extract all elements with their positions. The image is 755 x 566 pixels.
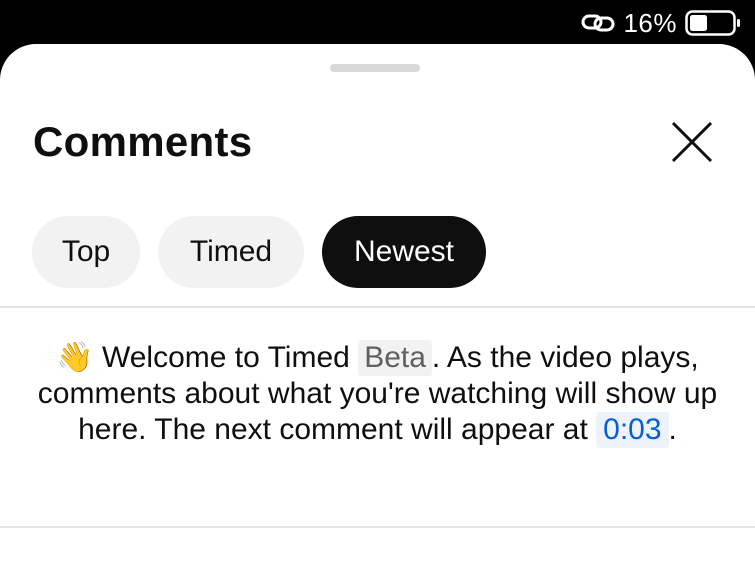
filter-chips: Top Timed Newest bbox=[32, 216, 486, 288]
chip-top[interactable]: Top bbox=[32, 216, 140, 288]
divider bbox=[0, 526, 755, 528]
chip-timed[interactable]: Timed bbox=[158, 216, 304, 288]
close-button[interactable] bbox=[664, 118, 720, 168]
link-icon bbox=[581, 10, 615, 36]
status-bar: 16% bbox=[0, 0, 755, 46]
waving-hand-icon: 👋 bbox=[56, 341, 94, 374]
battery-icon bbox=[685, 9, 741, 37]
drag-handle[interactable] bbox=[330, 64, 420, 72]
beta-badge: Beta bbox=[358, 340, 432, 376]
welcome-text: Welcome to Timed bbox=[101, 341, 350, 374]
status-indicators: 16% bbox=[581, 7, 741, 39]
divider bbox=[0, 306, 755, 308]
close-icon bbox=[664, 118, 720, 168]
panel-title: Comments bbox=[33, 118, 253, 165]
battery-percent: 16% bbox=[623, 7, 677, 38]
welcome-end-text: . bbox=[668, 413, 677, 446]
timed-welcome-message: 👋 Welcome to Timed Beta. As the video pl… bbox=[20, 340, 735, 448]
timestamp-link[interactable]: 0:03 bbox=[596, 412, 669, 448]
comments-panel: Comments Top Timed Newest 👋 Welcome to T… bbox=[0, 44, 755, 566]
chip-newest[interactable]: Newest bbox=[322, 216, 486, 288]
